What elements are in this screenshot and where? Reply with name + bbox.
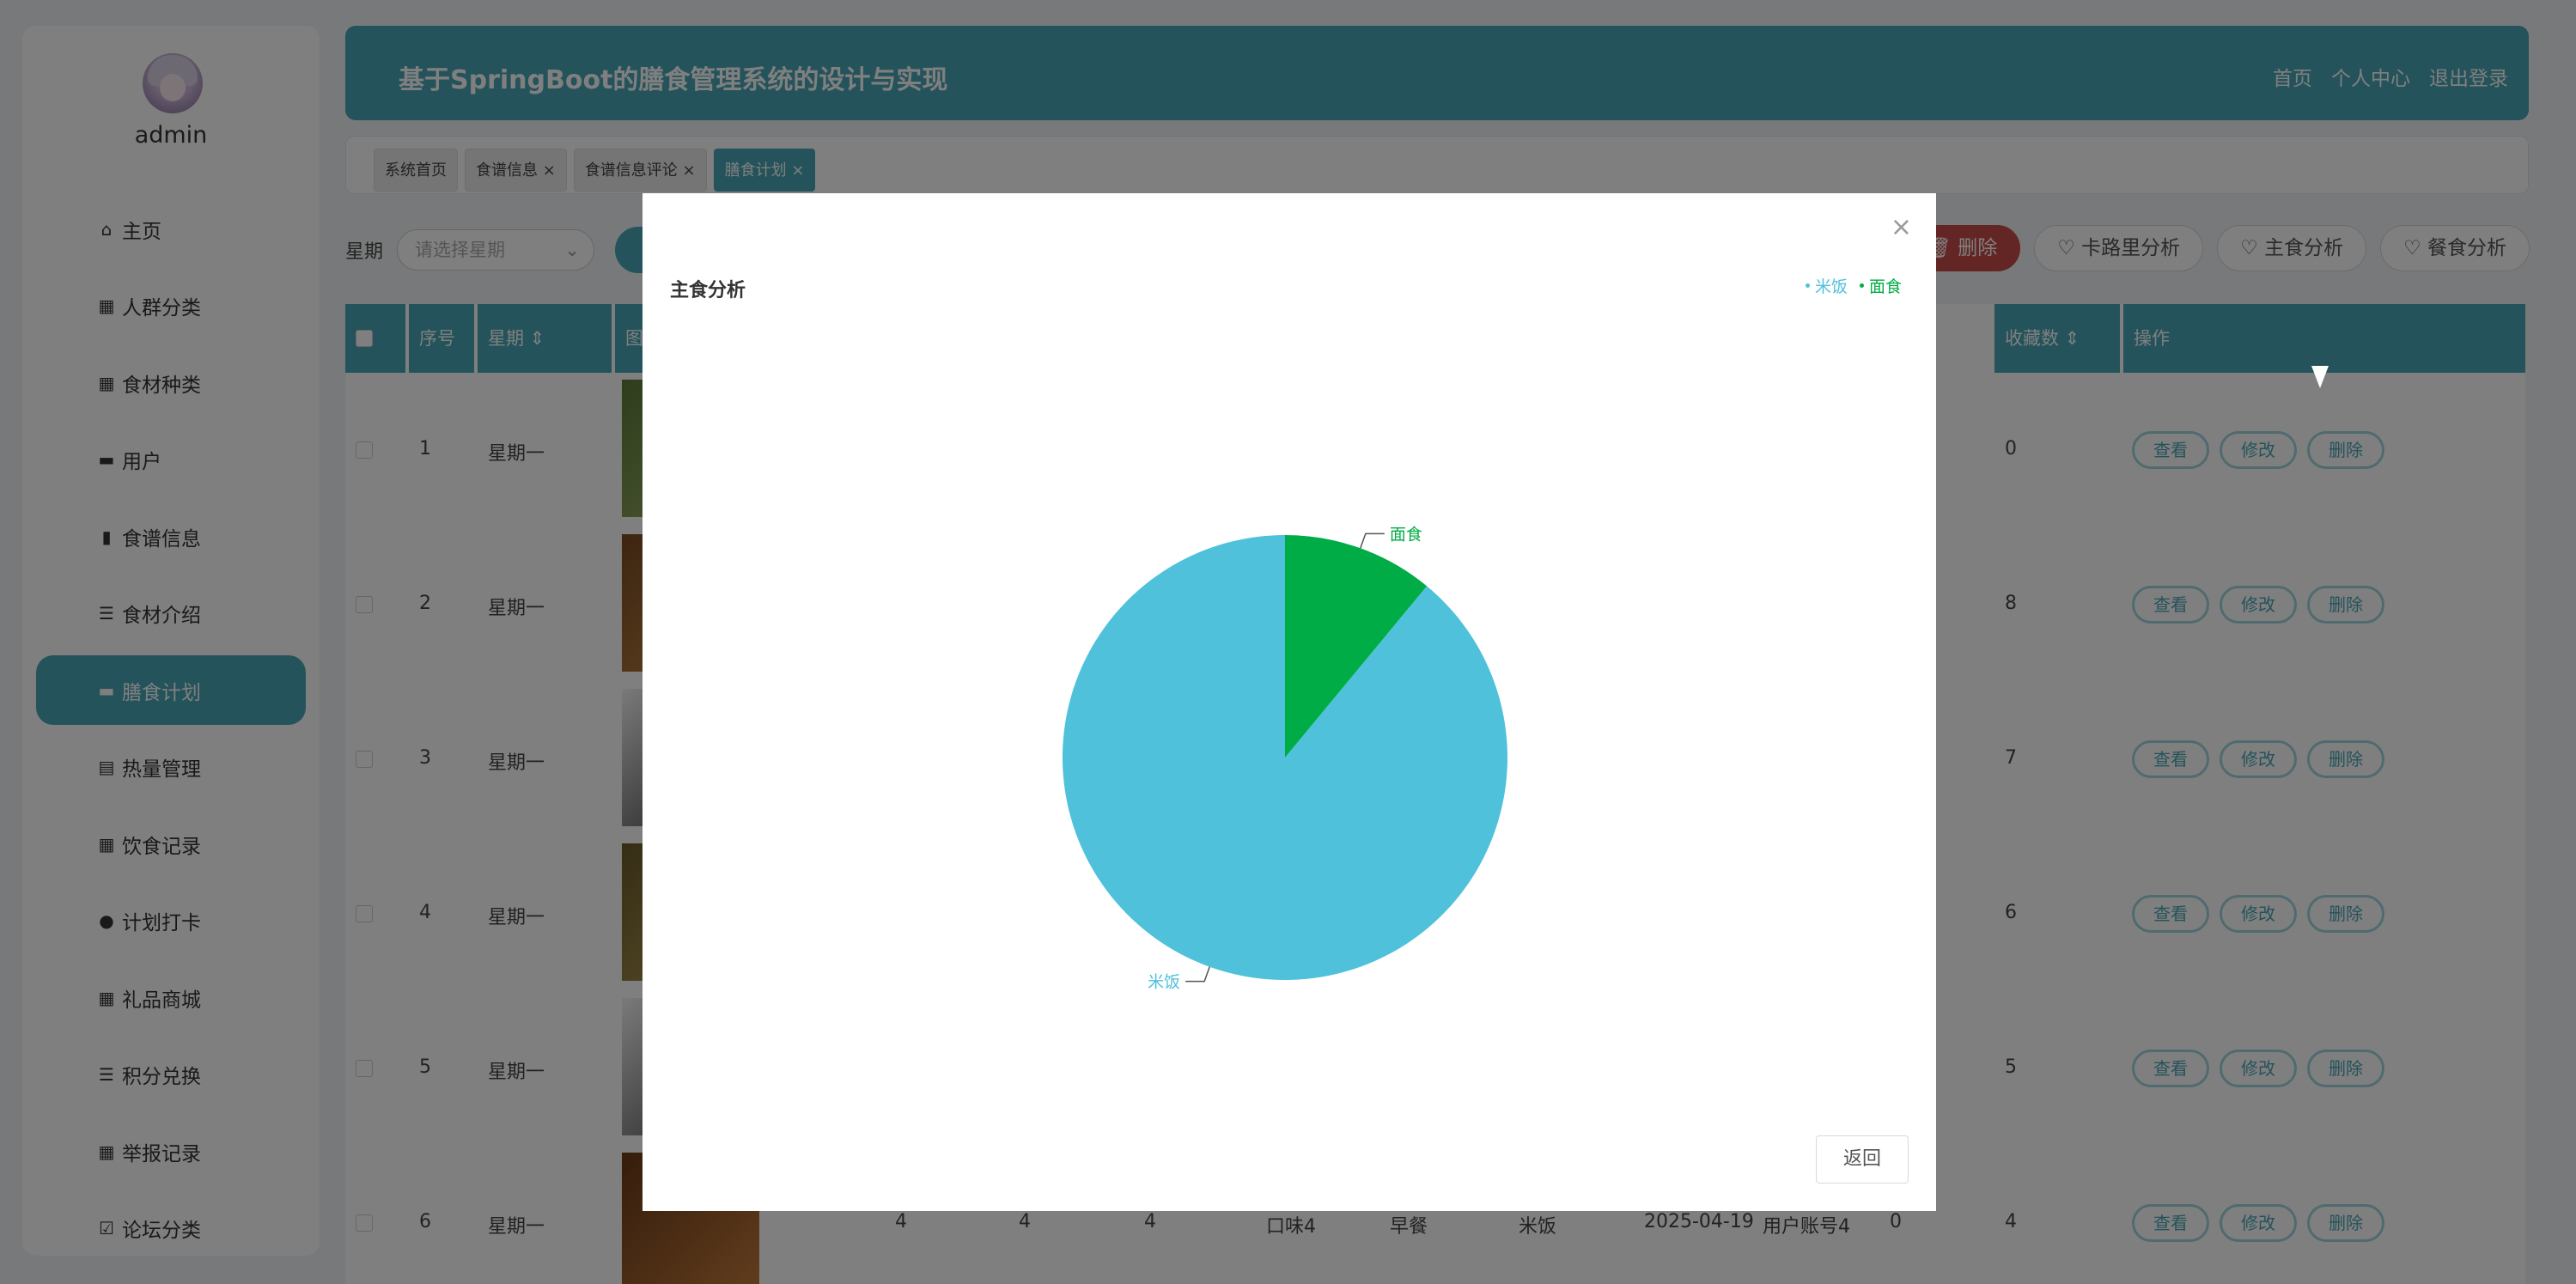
mouse-cursor: [2311, 366, 2329, 388]
staple-pie-chart: 米饭 面食: [1063, 525, 1507, 992]
pie-label: 面食: [1390, 525, 1422, 544]
pie-label-line: [1360, 532, 1385, 549]
pie-label-line: [1185, 966, 1210, 983]
pie-label: 米饭: [1148, 973, 1180, 992]
back-button[interactable]: 返回: [1816, 1135, 1909, 1184]
staple-analysis-dialog: × 主食分析 米饭 面食 米饭 面食 返回: [642, 193, 1936, 1211]
